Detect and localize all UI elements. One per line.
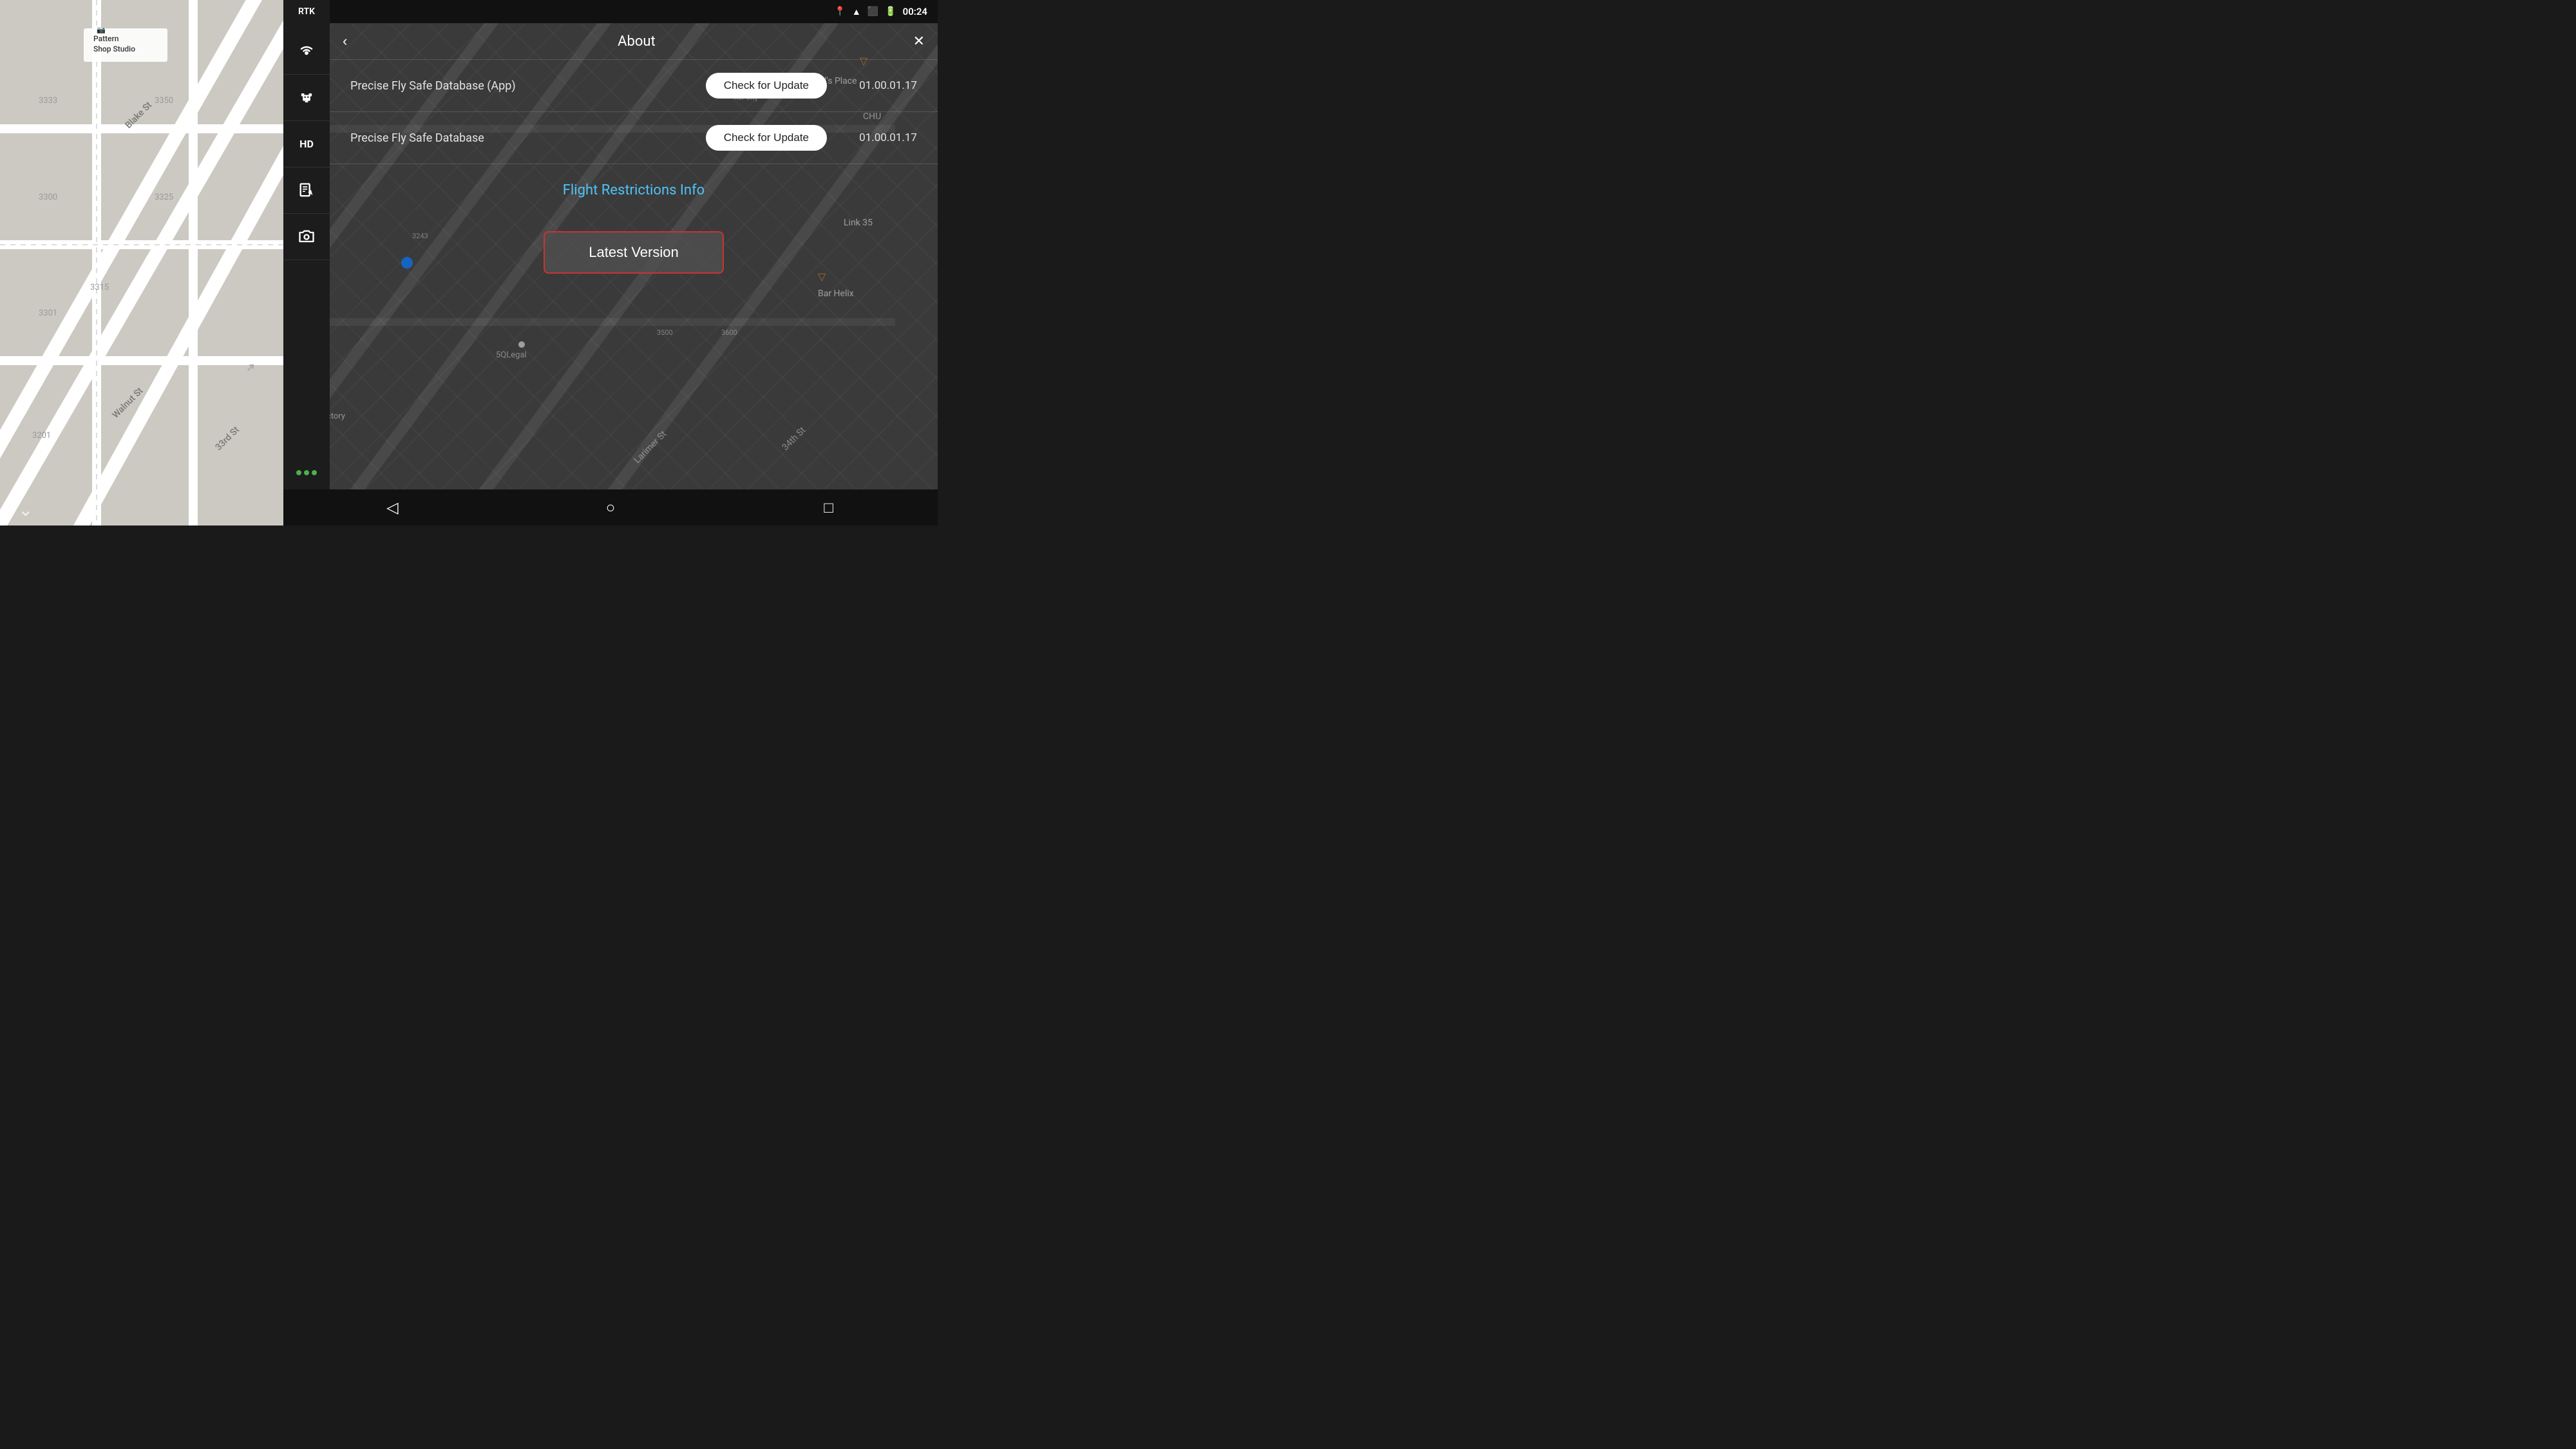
about-title: About <box>360 33 913 50</box>
database-app-row: Precise Fly Safe Database (App) Check fo… <box>330 60 938 111</box>
sidebar-item-flightplan[interactable] <box>283 167 330 214</box>
check-update-button[interactable]: Check for Update <box>706 125 827 151</box>
bottom-nav: ◁ ○ □ <box>283 489 938 526</box>
location-icon: 📍 <box>834 6 845 17</box>
latest-version-button[interactable]: Latest Version <box>544 231 724 274</box>
dot-2 <box>304 470 309 475</box>
sidebar: HD <box>283 0 330 526</box>
svg-text:📷: 📷 <box>97 26 106 34</box>
flight-restrictions-link[interactable]: Flight Restrictions Info <box>563 182 705 198</box>
cast-icon: ⬛ <box>867 6 878 17</box>
nav-home-button[interactable]: ○ <box>591 489 630 526</box>
rtk-label: RTK <box>283 0 330 23</box>
status-time: 00:24 <box>903 6 927 17</box>
sidebar-item-camera[interactable] <box>283 214 330 260</box>
dot-indicator <box>296 465 317 480</box>
map-area: ➔ 3333 3350 3325 3300 3315 3301 3201 Bla… <box>0 0 283 526</box>
svg-text:3333: 3333 <box>39 96 57 106</box>
svg-text:Shop Studio: Shop Studio <box>93 44 135 53</box>
dot-1 <box>296 470 301 475</box>
sidebar-item-drone[interactable] <box>283 75 330 121</box>
back-button[interactable]: ‹ <box>343 33 347 50</box>
app-version: 01.00.01.17 <box>840 79 917 92</box>
svg-text:3350: 3350 <box>155 96 173 106</box>
wifi-icon: ▲ <box>852 6 861 17</box>
latest-version-container: Latest Version <box>330 216 938 289</box>
svg-text:Pattern: Pattern <box>93 34 118 43</box>
svg-text:3201: 3201 <box>32 431 51 440</box>
database-label: Precise Fly Safe Database <box>350 131 706 145</box>
svg-text:3301: 3301 <box>39 308 57 318</box>
flight-restrictions-row: Flight Restrictions Info <box>330 164 938 216</box>
sidebar-item-signal[interactable] <box>283 28 330 75</box>
svg-text:3325: 3325 <box>155 193 173 202</box>
nav-back-button[interactable]: ◁ <box>373 489 412 526</box>
nav-recent-button[interactable]: □ <box>810 489 848 526</box>
db-version: 01.00.01.17 <box>840 131 917 144</box>
about-panel: ‹ About ✕ Precise Fly Safe Database (App… <box>330 23 938 489</box>
svg-text:3315: 3315 <box>90 283 109 292</box>
check-update-app-button[interactable]: Check for Update <box>706 73 827 99</box>
dot-3 <box>312 470 317 475</box>
database-app-label: Precise Fly Safe Database (App) <box>350 79 706 93</box>
about-header: ‹ About ✕ <box>330 23 938 59</box>
sidebar-item-hd[interactable]: HD <box>283 121 330 167</box>
battery-icon: 🔋 <box>885 6 896 17</box>
status-bar: 📍 ▲ ⬛ 🔋 00:24 <box>283 0 938 23</box>
database-row: Precise Fly Safe Database Check for Upda… <box>330 112 938 164</box>
chevron-down-icon[interactable]: ⌄ <box>18 499 33 520</box>
svg-text:3300: 3300 <box>39 193 57 202</box>
close-button[interactable]: ✕ <box>913 33 925 50</box>
